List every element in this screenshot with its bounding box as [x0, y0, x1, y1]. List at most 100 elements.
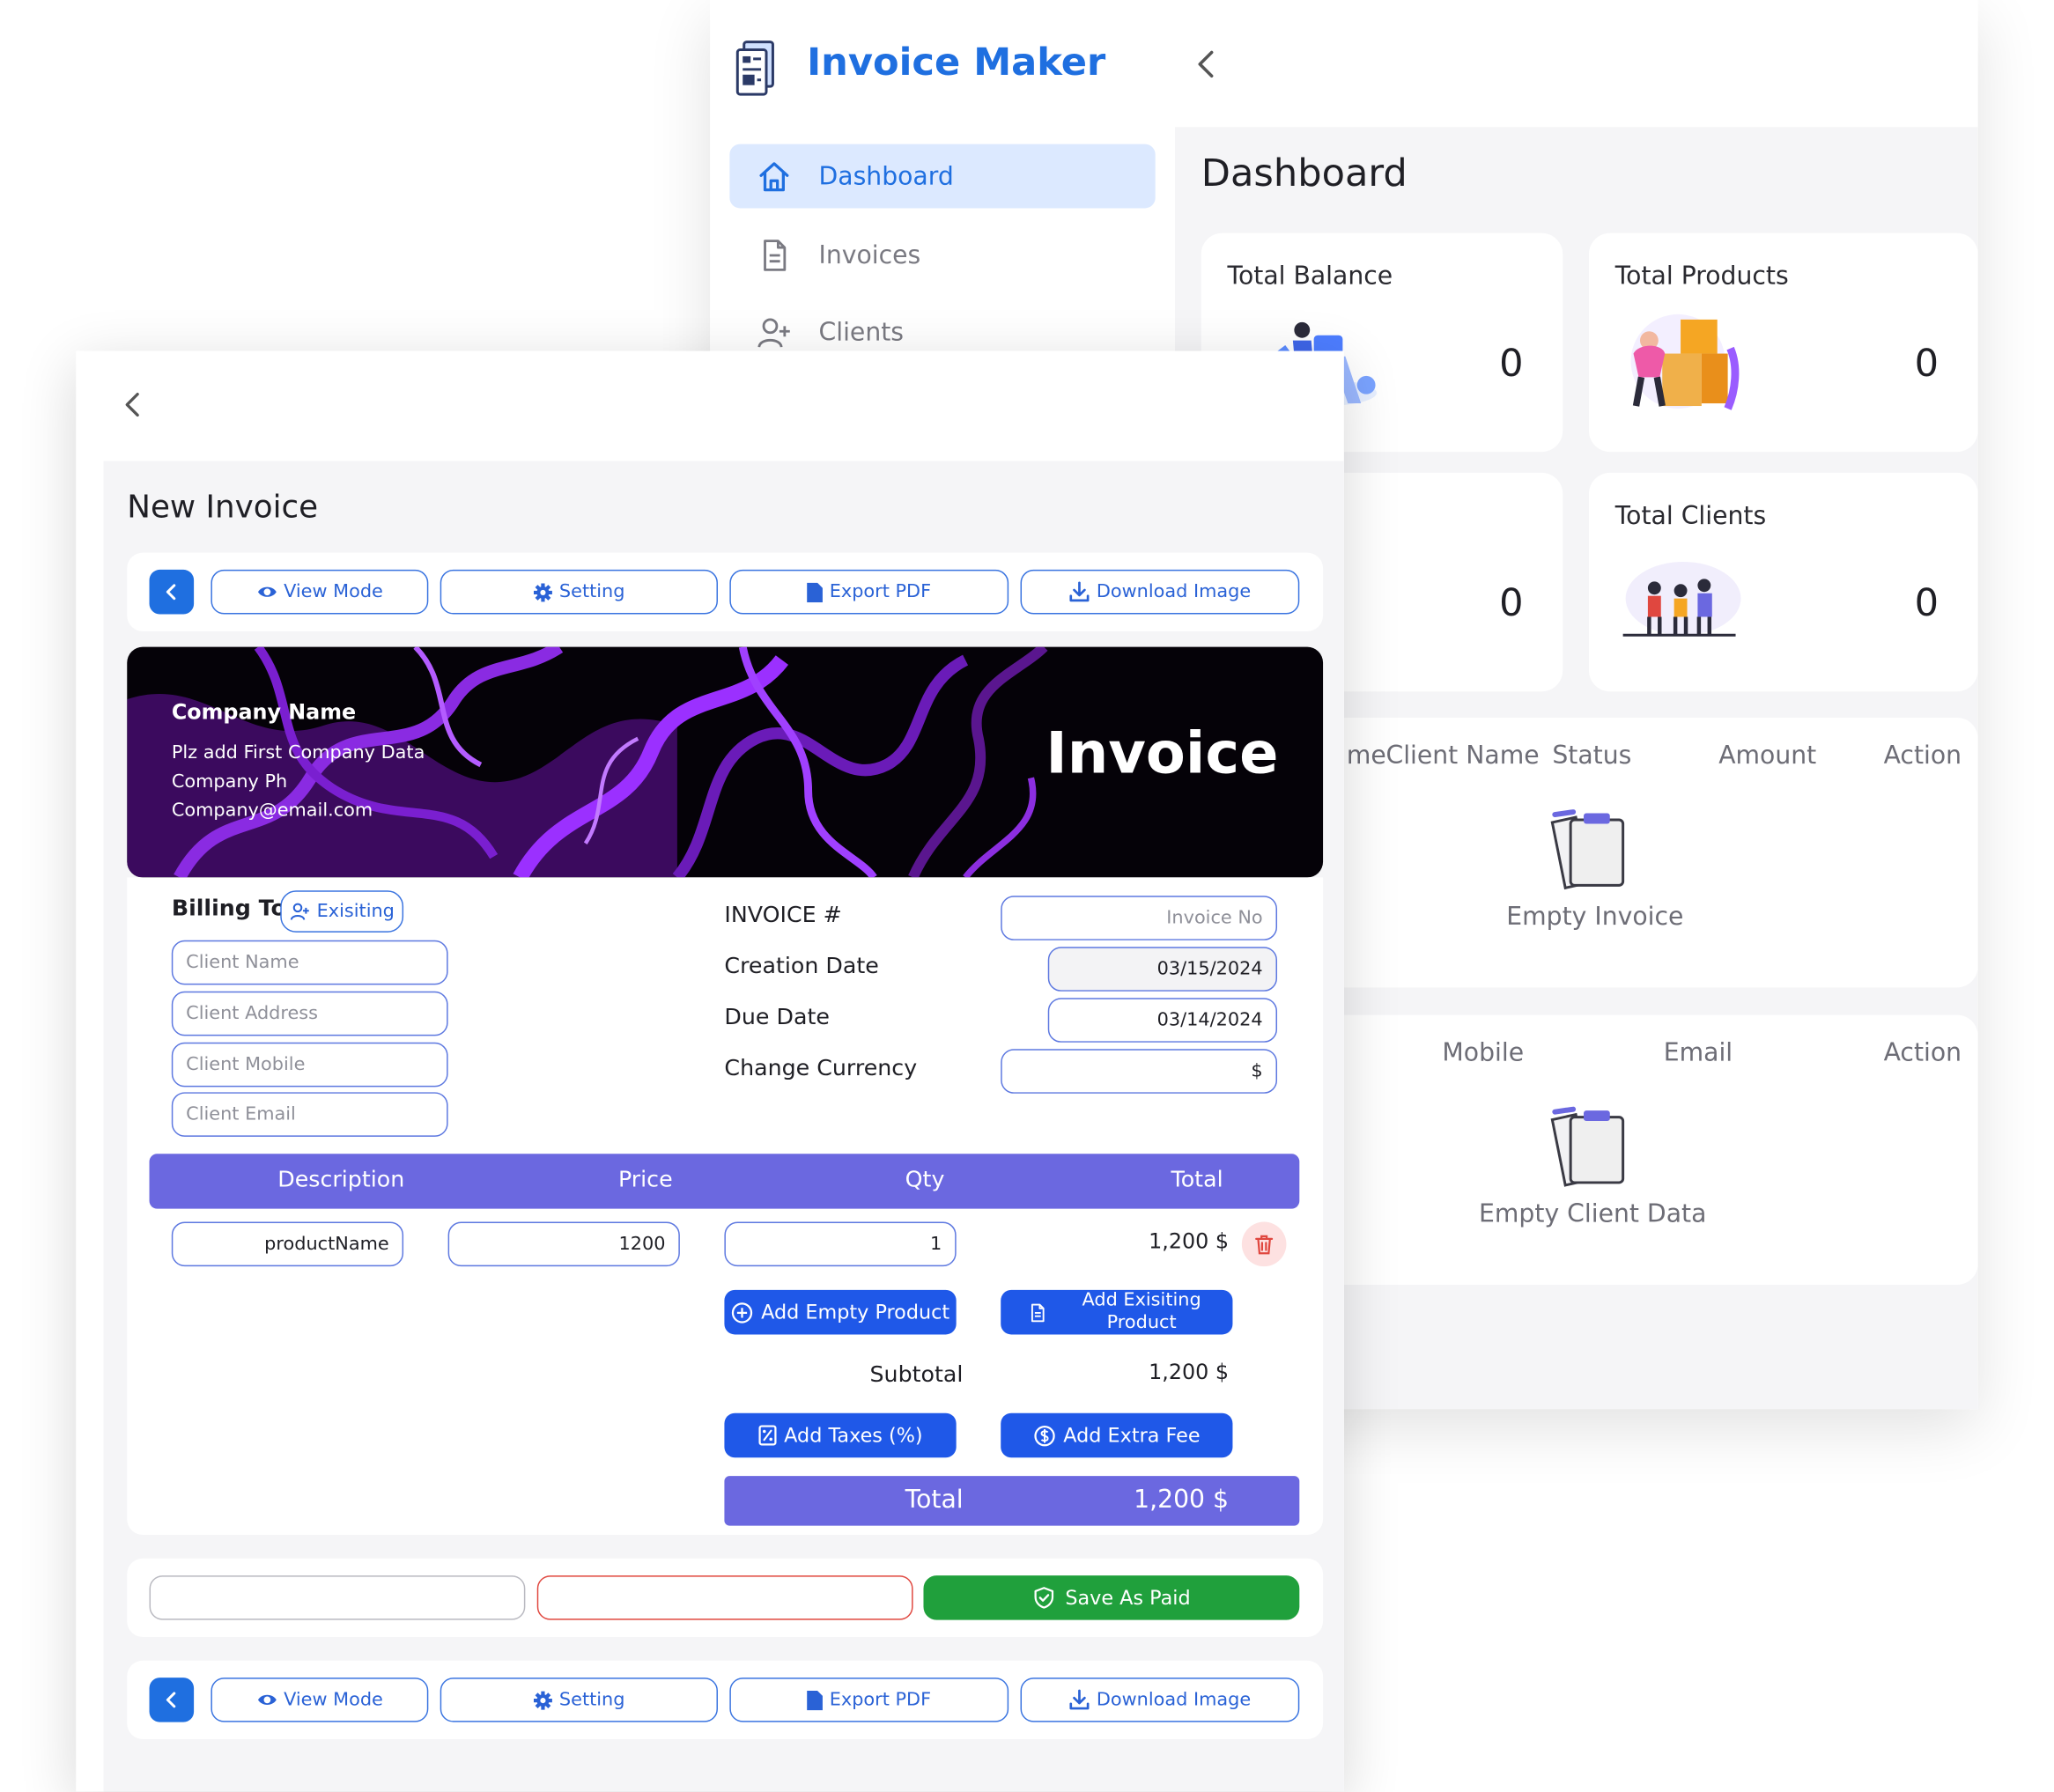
shield-check-icon	[1034, 1587, 1054, 1609]
setting-label: Setting	[558, 581, 625, 603]
sidebar-item-label: Invoices	[818, 240, 921, 269]
column-header: Action	[1883, 1038, 1962, 1068]
due-date-input[interactable]: 03/14/2024	[1047, 998, 1278, 1043]
chevron-left-icon	[166, 1692, 176, 1708]
setting-button[interactable]: Setting	[440, 1678, 718, 1722]
billing-to-label: Billing To	[171, 896, 286, 922]
add-taxes-label: Add Taxes (%)	[784, 1422, 923, 1447]
add-extra-fee-button[interactable]: Add Extra Fee	[1001, 1412, 1233, 1458]
stat-value: 0	[1499, 579, 1524, 625]
add-empty-product-button[interactable]: Add Empty Product	[724, 1289, 957, 1335]
stat-value: 0	[1499, 340, 1524, 386]
chevron-left-icon	[1198, 50, 1214, 78]
stat-value: 0	[1914, 340, 1939, 386]
add-empty-product-label: Add Empty Product	[761, 1300, 950, 1324]
download-image-button[interactable]: Download Image	[1020, 569, 1300, 615]
download-icon	[1069, 581, 1090, 602]
invoice-number-input[interactable]: Invoice No	[1001, 896, 1278, 940]
file-icon	[807, 1690, 824, 1710]
client-mobile-input[interactable]: Client Mobile	[171, 1042, 448, 1088]
column-header: Action	[1883, 741, 1962, 771]
chevron-left-icon	[125, 393, 139, 417]
column-header: Total	[1171, 1167, 1223, 1193]
empty-invoice-text: Empty Invoice	[1506, 902, 1684, 932]
page-title: Dashboard	[1201, 151, 1408, 195]
export-pdf-label: Export PDF	[829, 1689, 932, 1711]
existing-client-button[interactable]: Exisiting	[280, 890, 404, 933]
document-icon	[1031, 1302, 1044, 1322]
stat-card-total-products: Total Products 0	[1588, 232, 1978, 453]
due-date-label: Due Date	[724, 1004, 830, 1031]
product-qty-input[interactable]: 1	[724, 1221, 957, 1267]
download-image-button[interactable]: Download Image	[1020, 1678, 1300, 1722]
trash-icon	[1255, 1235, 1274, 1254]
plus-circle-icon	[731, 1302, 753, 1323]
column-header: Status	[1552, 741, 1632, 771]
client-name-input[interactable]: Client Name	[171, 940, 448, 985]
due-date-value: 03/14/2024	[1156, 1009, 1263, 1031]
file-icon	[807, 582, 824, 602]
chevron-left-icon	[166, 584, 176, 601]
invoice-banner: Company Name Plz add First Company Data …	[127, 646, 1324, 878]
product-price-value: 1200	[618, 1233, 666, 1255]
note-input[interactable]	[149, 1575, 526, 1620]
invoice-main: New Invoice View Mode Setting Export PDF…	[103, 461, 1344, 1792]
sidebar-item-invoices[interactable]: Invoices	[729, 223, 1155, 287]
sidebar-item-dashboard[interactable]: Dashboard	[729, 144, 1156, 209]
toolbar-back-button[interactable]	[149, 569, 195, 615]
client-mobile-placeholder: Client Mobile	[186, 1054, 306, 1075]
currency-select[interactable]: $	[1001, 1049, 1278, 1094]
export-pdf-label: Export PDF	[829, 581, 932, 603]
delete-row-button[interactable]	[1241, 1221, 1287, 1267]
change-currency-label: Change Currency	[724, 1055, 918, 1082]
save-as-paid-button[interactable]: Save As Paid	[923, 1575, 1300, 1620]
export-pdf-button[interactable]: Export PDF	[729, 1678, 1009, 1722]
product-qty-value: 1	[930, 1233, 942, 1255]
back-button[interactable]	[116, 389, 148, 421]
percent-receipt-icon	[757, 1425, 776, 1446]
home-icon	[759, 161, 789, 191]
column-header: Description	[277, 1167, 405, 1193]
existing-client-label: Exisiting	[316, 901, 395, 922]
creation-date-input[interactable]: 03/15/2024	[1047, 947, 1278, 992]
column-header: Amount	[1718, 741, 1817, 771]
subtotal-label: Subtotal	[869, 1361, 964, 1389]
column-header: Qty	[905, 1167, 945, 1193]
collapse-sidebar-button[interactable]	[1189, 48, 1223, 82]
client-email-input[interactable]: Client Email	[171, 1092, 448, 1137]
client-address-input[interactable]: Client Address	[171, 991, 448, 1036]
company-phone: Company Ph	[171, 771, 288, 793]
stat-label: Total Balance	[1227, 262, 1393, 291]
save-as-paid-label: Save As Paid	[1065, 1585, 1191, 1610]
view-mode-label: View Mode	[284, 1689, 383, 1711]
company-email: Company@email.com	[171, 800, 373, 822]
view-mode-button[interactable]: View Mode	[211, 569, 429, 615]
product-description-input[interactable]: productName	[171, 1221, 404, 1267]
payment-actions-panel: Save As Paid	[127, 1558, 1324, 1637]
total-value: 1,200 $	[1134, 1485, 1229, 1515]
client-address-placeholder: Client Address	[186, 1003, 318, 1024]
total-label: Total	[905, 1485, 964, 1515]
toolbar-back-button[interactable]	[149, 1678, 195, 1722]
empty-client-text: Empty Client Data	[1479, 1199, 1707, 1228]
page-title: New Invoice	[127, 488, 319, 526]
download-image-label: Download Image	[1096, 1689, 1252, 1711]
creation-date-value: 03/15/2024	[1156, 958, 1263, 980]
dollar-circle-icon	[1034, 1425, 1055, 1446]
app-logo	[734, 40, 779, 100]
creation-date-label: Creation Date	[724, 953, 879, 980]
export-pdf-button[interactable]: Export PDF	[729, 569, 1009, 615]
setting-button[interactable]: Setting	[440, 569, 718, 615]
sidebar-item-label: Dashboard	[818, 161, 954, 191]
product-price-input[interactable]: 1200	[447, 1221, 680, 1267]
add-existing-product-button[interactable]: Add Exisiting Product	[1001, 1289, 1233, 1335]
view-mode-button[interactable]: View Mode	[211, 1678, 429, 1722]
remark-input[interactable]	[536, 1575, 913, 1620]
invoice-heading: Invoice	[1045, 719, 1279, 787]
add-user-icon	[290, 903, 309, 920]
stat-card-total-clients: Total Clients 0	[1588, 472, 1978, 692]
add-taxes-button[interactable]: Add Taxes (%)	[724, 1412, 957, 1458]
bottom-toolbar: View Mode Setting Export PDF Download Im…	[127, 1660, 1324, 1740]
stat-value: 0	[1914, 579, 1939, 625]
stat-label: Total Products	[1614, 262, 1789, 291]
